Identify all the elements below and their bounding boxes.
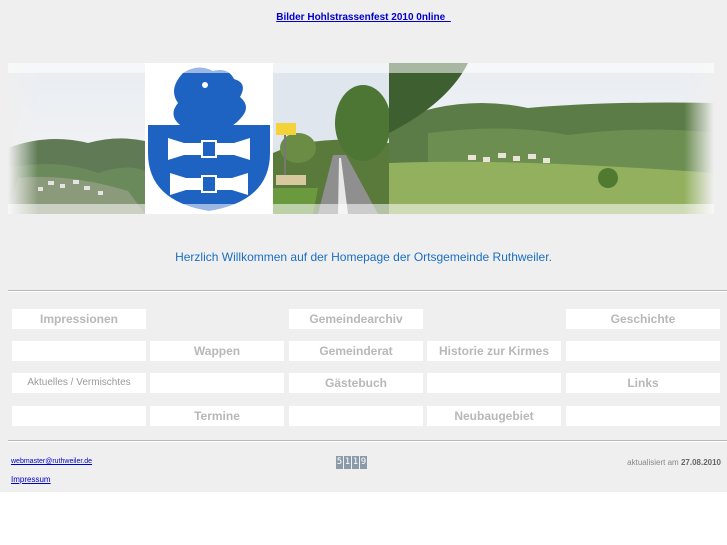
webmaster-email-link[interactable]: webmaster@ruthweiler.de: [11, 458, 92, 465]
visitor-counter: 5 1 1 9: [336, 456, 367, 469]
last-updated: aktualisiert am 27.08.2010: [627, 458, 721, 467]
nav-gaestebuch[interactable]: Gästebuch: [289, 373, 423, 393]
nav-empty-cell: [427, 373, 561, 393]
counter-digit: 1: [352, 456, 359, 469]
nav-termine[interactable]: Termine: [150, 406, 284, 426]
town-sign-road-image: [273, 63, 391, 214]
counter-digit: 5: [336, 456, 343, 469]
nav-empty-cell: [289, 406, 423, 426]
divider-top: [8, 290, 727, 292]
photos-festival-link[interactable]: Bilder Hohlstrassenfest 2010 0nline_: [0, 12, 727, 23]
divider-bottom: [8, 440, 727, 442]
coat-of-arms-image: [145, 63, 273, 214]
nav-gemeindearchiv[interactable]: Gemeindearchiv: [289, 309, 423, 329]
last-updated-date: 27.08.2010: [680, 458, 721, 467]
nav-aktuelles-vermischtes[interactable]: Aktuelles / Vermischtes: [12, 373, 146, 393]
nav-wappen[interactable]: Wappen: [150, 341, 284, 361]
nav-empty-cell: [12, 341, 146, 361]
landscape-image: [389, 63, 714, 214]
nav-historie-zur-kirmes[interactable]: Historie zur Kirmes: [427, 341, 561, 361]
nav-links[interactable]: Links: [566, 373, 720, 393]
nav-neubaugebiet[interactable]: Neubaugebiet: [427, 406, 561, 426]
nav-empty-cell: [12, 406, 146, 426]
last-updated-label: aktualisiert am: [627, 458, 679, 467]
nav-empty-cell: [566, 341, 720, 361]
nav-geschichte[interactable]: Geschichte: [566, 309, 720, 329]
nav-empty-cell: [566, 406, 720, 426]
welcome-text: Herzlich Willkommen auf der Homepage der…: [175, 250, 552, 264]
nav-gemeinderat[interactable]: Gemeinderat: [289, 341, 423, 361]
nav-empty-cell: [150, 373, 284, 393]
nav-impressionen[interactable]: Impressionen: [12, 309, 146, 329]
header-banner-image: [8, 63, 714, 214]
counter-digit: 1: [344, 456, 351, 469]
counter-digit: 9: [360, 456, 367, 469]
impressum-link[interactable]: Impressum: [11, 475, 51, 484]
